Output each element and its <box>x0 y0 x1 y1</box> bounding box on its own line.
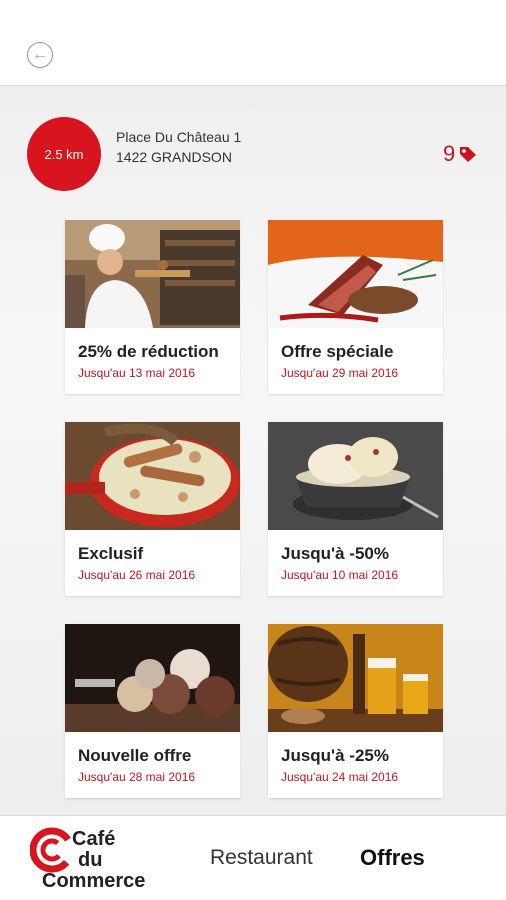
offer-title: Nouvelle offre <box>78 746 192 765</box>
offer-date: Jusqu'au 28 mai 2016 <box>78 770 196 784</box>
tag-icon <box>460 147 477 162</box>
offer-card[interactable]: Jusqu'à -50% Jusqu'au 10 mai 2016 <box>268 422 443 596</box>
logo-line2: du <box>78 849 103 871</box>
restaurant-address: Place Du Château 1 1422 GRANDSON <box>116 127 241 167</box>
beer-barrel-photo <box>268 624 443 732</box>
offer-date: Jusqu'au 24 mai 2016 <box>281 770 399 784</box>
cafe-du-commerce-logo[interactable]: Café du Commerce <box>30 825 170 895</box>
top-bar: ← <box>0 0 506 86</box>
logo-line3: Commerce <box>42 870 146 892</box>
distance-badge: 2.5 km <box>27 117 101 191</box>
offer-title: Jusqu'à -50% <box>281 544 389 563</box>
offer-date: Jusqu'au 29 mai 2016 <box>281 366 399 380</box>
chef-baking-photo <box>65 220 240 328</box>
offers-count-value: 9 <box>443 141 456 166</box>
address-line1: Place Du Château 1 <box>116 129 242 145</box>
arrow-left-icon: ← <box>32 46 48 63</box>
address-line2: 1422 GRANDSON <box>116 149 232 165</box>
back-button[interactable]: ← <box>27 42 53 68</box>
offer-card[interactable]: Nouvelle offre Jusqu'au 28 mai 2016 <box>65 624 240 798</box>
offers-count[interactable]: 9 <box>443 141 478 167</box>
offer-title: 25% de réduction <box>78 342 219 361</box>
distance-label: 2.5 km <box>44 146 84 162</box>
duck-breast-dish-photo <box>268 220 443 328</box>
offer-card[interactable]: 25% de réduction Jusqu'au 13 mai 2016 <box>65 220 240 394</box>
offer-date: Jusqu'au 13 mai 2016 <box>78 366 196 380</box>
logo-line1: Café <box>72 828 116 850</box>
sausage-sauerkraut-pan-photo <box>65 422 240 530</box>
offer-title: Offre spéciale <box>281 342 394 361</box>
offer-title: Jusqu'à -25% <box>281 746 389 765</box>
logo-text: Café du Commerce <box>42 828 145 892</box>
nav-restaurant-tab[interactable]: Restaurant <box>210 846 313 870</box>
nav-offres-tab[interactable]: Offres <box>360 845 425 871</box>
offer-title: Exclusif <box>78 544 144 563</box>
offer-card[interactable]: Exclusif Jusqu'au 26 mai 2016 <box>65 422 240 596</box>
offer-card[interactable]: Offre spéciale Jusqu'au 29 mai 2016 <box>268 220 443 394</box>
ice-cream-scoops-photo <box>65 624 240 732</box>
offer-card[interactable]: Jusqu'à -25% Jusqu'au 24 mai 2016 <box>268 624 443 798</box>
offer-date: Jusqu'au 10 mai 2016 <box>281 568 399 582</box>
ice-cream-bowl-photo <box>268 422 443 530</box>
offer-date: Jusqu'au 26 mai 2016 <box>78 568 196 582</box>
logo-c-icon <box>30 827 75 873</box>
